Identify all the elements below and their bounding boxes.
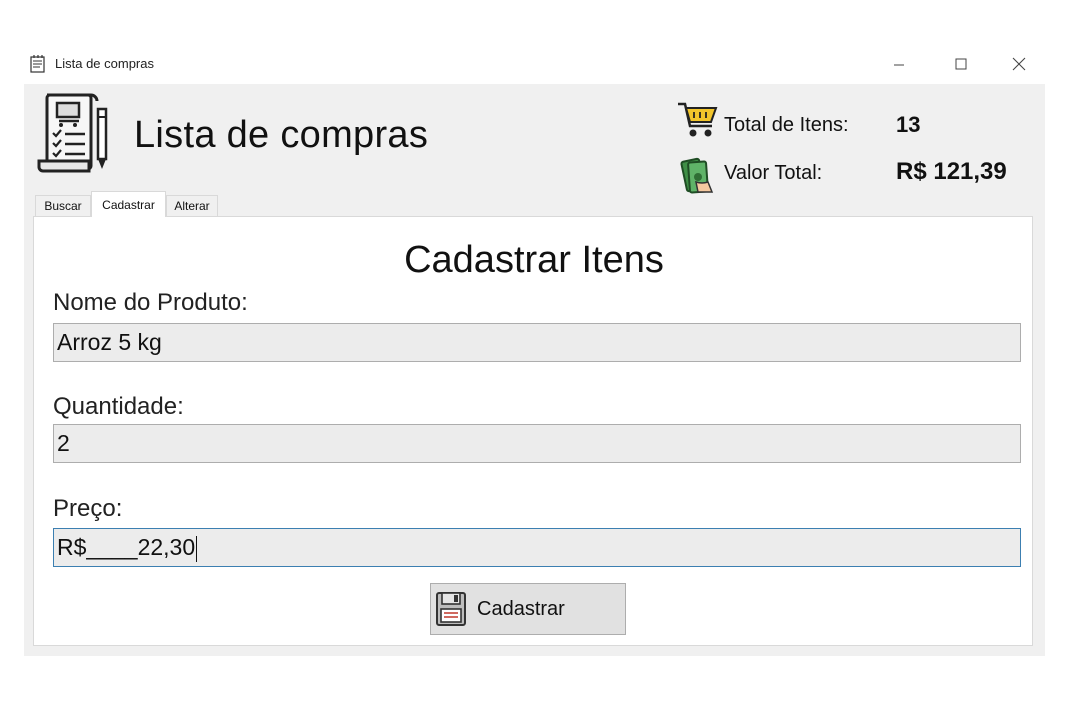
minimize-icon <box>894 64 904 66</box>
valor-total-value: R$ 121,39 <box>896 158 1007 185</box>
notepad-icon <box>30 55 45 73</box>
text-caret <box>196 535 198 562</box>
total-itens-value: 13 <box>896 112 921 137</box>
quantidade-value: 2 <box>57 430 70 456</box>
valor-total-label: Valor Total: <box>724 162 823 184</box>
total-itens-label: Total de Itens: <box>724 114 849 136</box>
shopping-list-icon <box>37 93 108 173</box>
close-icon <box>1012 57 1026 71</box>
tab-alterar[interactable]: Alterar <box>166 195 218 216</box>
window-title: Lista de compras <box>55 56 154 71</box>
app-title: Lista de compras <box>134 114 429 156</box>
tab-cadastrar[interactable]: Cadastrar <box>91 191 166 217</box>
cadastrar-panel: Cadastrar Itens Nome do Produto: Arroz 5… <box>33 216 1033 646</box>
close-button[interactable] <box>996 44 1042 84</box>
minimize-button[interactable] <box>876 44 922 84</box>
quantidade-label: Quantidade: <box>53 393 184 420</box>
cadastrar-button-label: Cadastrar <box>477 597 565 620</box>
nome-produto-label: Nome do Produto: <box>53 289 248 316</box>
maximize-icon <box>955 58 967 70</box>
money-icon <box>680 157 714 194</box>
maximize-button[interactable] <box>938 44 984 84</box>
shopping-cart-icon <box>678 102 718 137</box>
app-window: Lista de compras Lista de compras Total … <box>24 44 1045 656</box>
preco-label: Preço: <box>53 495 123 522</box>
quantidade-input[interactable]: 2 <box>53 424 1021 463</box>
title-bar[interactable]: Lista de compras <box>24 44 1045 84</box>
nome-produto-input[interactable]: Arroz 5 kg <box>53 323 1021 362</box>
panel-title: Cadastrar Itens <box>404 239 664 281</box>
cadastrar-button[interactable]: Cadastrar <box>430 583 626 635</box>
floppy-disk-icon <box>436 592 466 626</box>
tab-buscar[interactable]: Buscar <box>35 195 91 216</box>
preco-input[interactable]: R$____22,30 <box>53 528 1021 567</box>
nome-produto-value: Arroz 5 kg <box>57 329 162 355</box>
preco-value: R$____22,30 <box>57 534 196 560</box>
